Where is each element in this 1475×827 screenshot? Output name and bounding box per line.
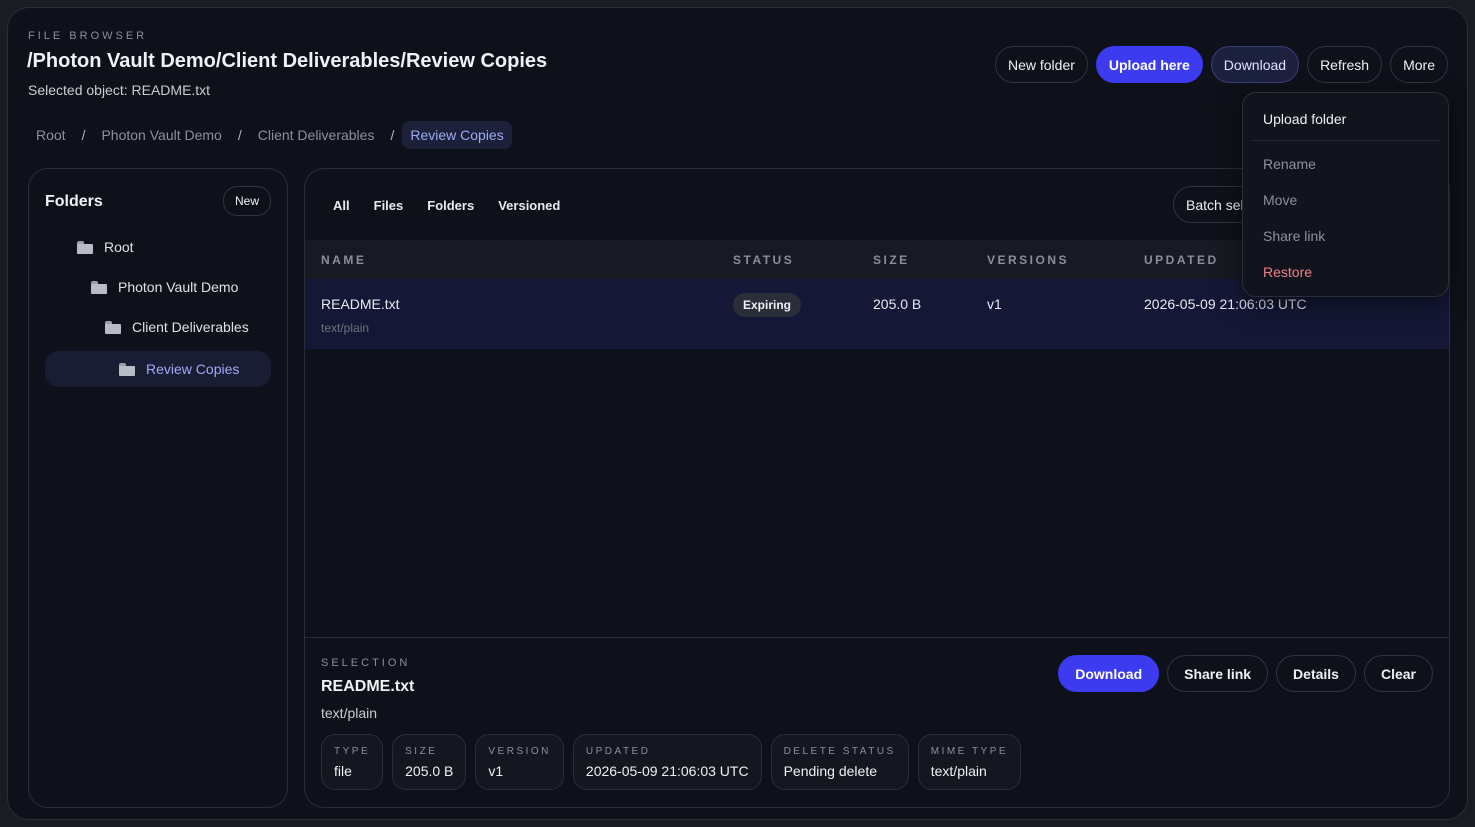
column-header-size[interactable]: SIZE [873, 253, 910, 267]
meta-card-updated: UPDATED 2026-05-09 21:06:03 UTC [572, 734, 762, 790]
selection-mime: text/plain [321, 705, 378, 721]
tab-versioned[interactable]: Versioned [486, 198, 572, 213]
meta-value: 205.0 B [405, 762, 454, 779]
meta-value: 2026-05-09 21:06:03 UTC [585, 762, 749, 779]
file-versions: v1 [987, 296, 1002, 312]
breadcrumb-separator: / [237, 127, 242, 143]
selection-download-button[interactable]: Download [1058, 655, 1160, 692]
meta-card-mime-type: MIME TYPE text/plain [917, 734, 1022, 790]
menu-item-share-link[interactable]: Share link [1263, 228, 1325, 244]
column-header-updated[interactable]: UPDATED [1144, 253, 1219, 267]
selection-name: README.txt [321, 678, 415, 695]
file-size: 205.0 B [873, 296, 922, 312]
meta-label: DELETE STATUS [783, 745, 896, 757]
file-name: README.txt [321, 296, 400, 312]
breadcrumb-item-root[interactable]: Root [28, 121, 74, 149]
folder-icon [77, 240, 93, 254]
sidebar-item-photon-vault-demo[interactable]: Photon Vault Demo [91, 269, 238, 305]
tab-folders[interactable]: Folders [415, 198, 486, 213]
tab-files[interactable]: Files [362, 198, 416, 213]
folders-sidebar: Folders New Root Photon Vault Demo Clien… [28, 168, 288, 808]
sidebar-item-label: Review Copies [146, 361, 240, 377]
menu-item-restore[interactable]: Restore [1263, 264, 1312, 280]
sidebar-item-label: Photon Vault Demo [118, 279, 239, 295]
column-header-status[interactable]: STATUS [733, 253, 794, 267]
new-folder-sidebar-button[interactable]: New [222, 186, 271, 216]
share-link-button[interactable]: Share link [1167, 655, 1269, 692]
sidebar-item-review-copies[interactable]: Review Copies [45, 351, 271, 387]
sidebar-title: Folders [45, 193, 103, 210]
column-header-versions[interactable]: VERSIONS [987, 253, 1069, 267]
sidebar-item-root[interactable]: Root [77, 229, 134, 265]
menu-item-upload-folder[interactable]: Upload folder [1263, 111, 1346, 127]
breadcrumb-item-review-copies[interactable]: Review Copies [402, 121, 512, 149]
selection-actions: Download Share link Details Clear [1058, 655, 1433, 692]
meta-value: Pending delete [783, 762, 877, 779]
folder-icon [105, 320, 121, 334]
selection-eyebrow: SELECTION [321, 657, 411, 669]
more-menu: Upload folder Rename Move Share link Res… [1242, 92, 1449, 297]
sidebar-item-client-deliverables[interactable]: Client Deliverables [105, 309, 249, 345]
menu-item-move[interactable]: Move [1263, 192, 1297, 208]
file-updated: 2026-05-09 21:06:03 UTC [1144, 296, 1307, 312]
page-eyebrow: FILE BROWSER [28, 30, 148, 42]
meta-label: SIZE [405, 745, 438, 757]
details-button[interactable]: Details [1276, 655, 1356, 692]
breadcrumb-separator: / [390, 127, 395, 143]
folder-icon [91, 280, 107, 294]
page-title: /Photon Vault Demo/Client Deliverables/R… [27, 50, 548, 72]
meta-label: TYPE [334, 745, 371, 757]
meta-label: MIME TYPE [930, 745, 1009, 757]
refresh-button[interactable]: Refresh [1307, 46, 1383, 83]
breadcrumb-item-photon-vault-demo[interactable]: Photon Vault Demo [93, 121, 229, 149]
breadcrumb: Root / Photon Vault Demo / Client Delive… [28, 121, 512, 149]
meta-card-type: TYPE file [321, 734, 384, 790]
folder-icon [119, 362, 135, 376]
file-browser-window: FILE BROWSER /Photon Vault Demo/Client D… [7, 7, 1468, 820]
meta-card-delete-status: DELETE STATUS Pending delete [770, 734, 909, 790]
selection-panel: SELECTION README.txt text/plain Download… [305, 637, 1449, 807]
clear-button[interactable]: Clear [1363, 655, 1433, 692]
selected-object-text: Selected object: README.txt [28, 82, 211, 98]
menu-divider [1251, 140, 1440, 141]
filter-tabs: All Files Folders Versioned [321, 198, 572, 213]
column-header-name[interactable]: NAME [321, 253, 366, 267]
meta-value: file [334, 762, 352, 779]
status-badge: Expiring [733, 293, 802, 317]
meta-card-size: SIZE 205.0 B [392, 734, 467, 790]
sidebar-item-label: Root [104, 239, 134, 255]
selection-meta: TYPE file SIZE 205.0 B VERSION v1 UPDATE… [321, 734, 1022, 790]
breadcrumb-item-client-deliverables[interactable]: Client Deliverables [250, 121, 383, 149]
upload-here-button[interactable]: Upload here [1095, 46, 1203, 83]
file-mime: text/plain [321, 321, 370, 335]
meta-value: v1 [488, 762, 504, 779]
more-button[interactable]: More [1390, 46, 1448, 83]
meta-label: VERSION [488, 745, 551, 757]
menu-item-rename[interactable]: Rename [1263, 156, 1316, 172]
meta-card-version: VERSION v1 [475, 734, 564, 790]
download-button[interactable]: Download [1210, 46, 1300, 83]
meta-label: UPDATED [585, 745, 651, 757]
new-folder-button[interactable]: New folder [994, 46, 1088, 83]
breadcrumb-separator: / [81, 127, 86, 143]
toolbar: New folder Upload here Download Refresh … [994, 46, 1448, 83]
tab-all[interactable]: All [321, 198, 362, 213]
sidebar-item-label: Client Deliverables [132, 319, 249, 335]
meta-value: text/plain [930, 762, 987, 779]
